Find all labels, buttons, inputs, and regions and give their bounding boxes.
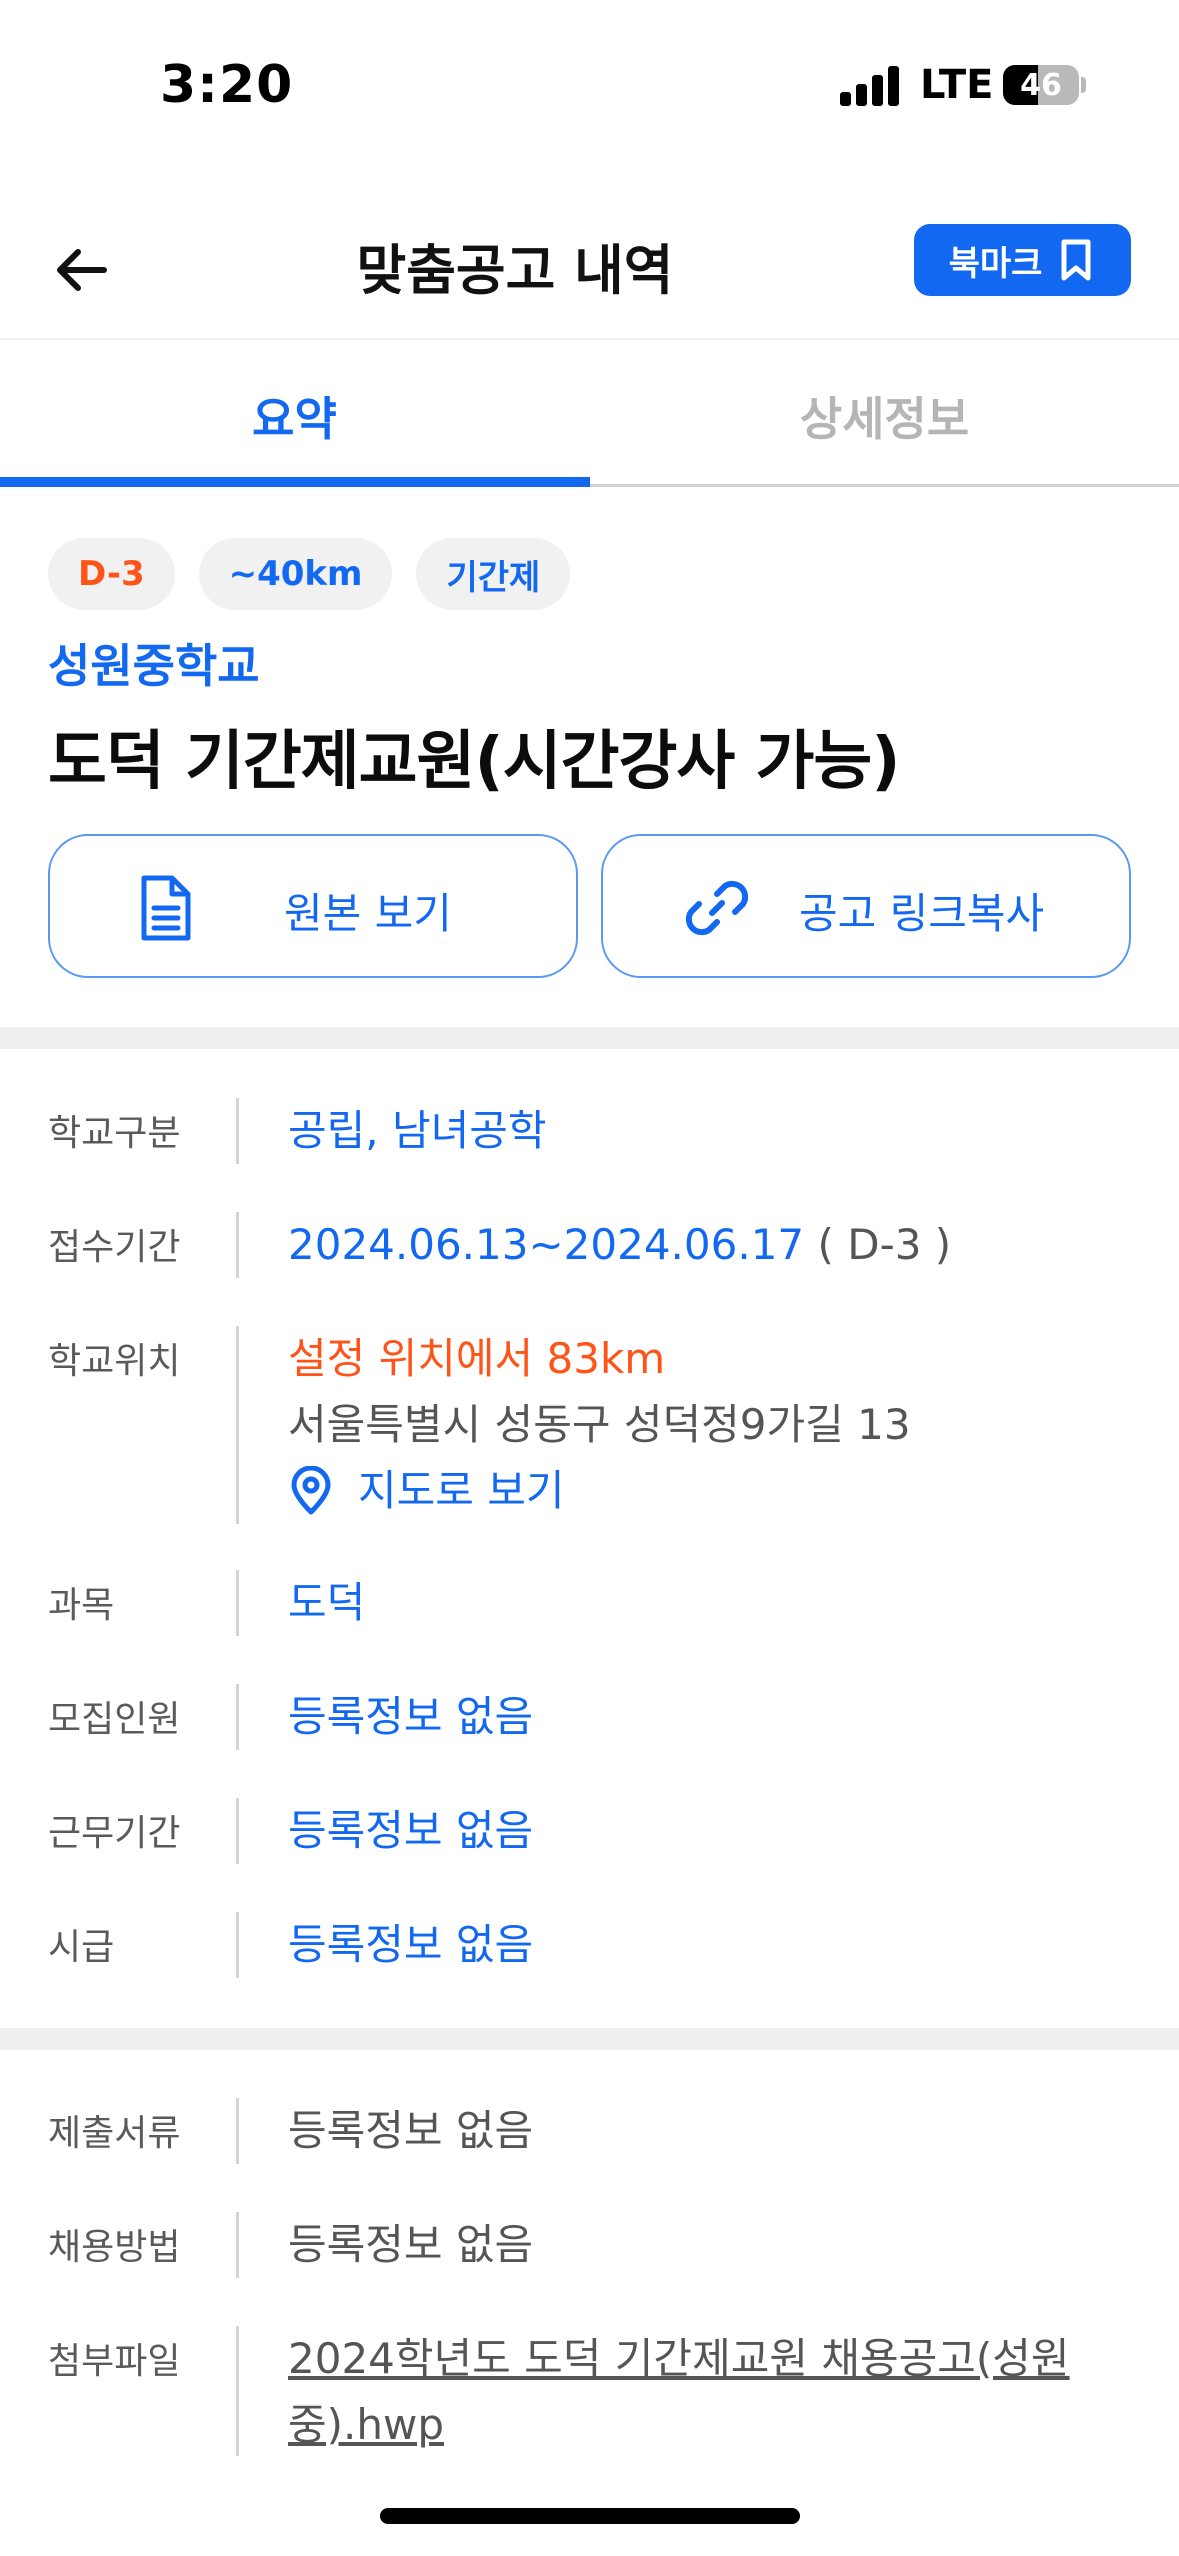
- info-value: 도덕: [288, 1578, 366, 1627]
- info-separator: [236, 1684, 239, 1750]
- view-original-label: 원본 보기: [284, 889, 452, 938]
- bookmark-button[interactable]: 북마크: [914, 224, 1131, 296]
- info-value: 등록정보 없음: [288, 1806, 534, 1855]
- chip-type: 기간제: [416, 538, 571, 610]
- info-separator: [236, 1098, 239, 1164]
- section-divider: [0, 2028, 1179, 2050]
- battery-icon: 46: [1003, 65, 1079, 105]
- info-label: 학교구분: [48, 1113, 181, 1154]
- period-dates: 2024.06.13~2024.06.17: [288, 1220, 805, 1269]
- info-label: 학교위치: [48, 1341, 181, 1382]
- section-divider: [0, 1027, 1179, 1049]
- info-label: 제출서류: [48, 2113, 181, 2154]
- nav-bar: 맞춤공고 내역 북마크: [0, 200, 1179, 340]
- job-title: 도덕 기간제교원(시간강사 가능): [48, 725, 901, 799]
- map-link[interactable]: 지도로 보기: [288, 1458, 911, 1524]
- chip-group: D-3 ~40km 기간제: [48, 538, 571, 610]
- bookmark-icon: [1061, 239, 1091, 281]
- document-icon: [141, 875, 191, 941]
- status-time: 3:20: [160, 55, 294, 115]
- info-label: 과목: [48, 1585, 115, 1626]
- info-separator: [236, 1798, 239, 1864]
- period-dday: ( D-3 ): [804, 1220, 952, 1269]
- info-separator: [236, 1912, 239, 1978]
- info-label: 접수기간: [48, 1227, 181, 1268]
- info-separator: [236, 1570, 239, 1636]
- info-separator: [236, 1326, 239, 1524]
- link-icon: [685, 880, 749, 936]
- location-distance: 설정 위치에서 83km: [288, 1334, 666, 1383]
- battery-level: 46: [1020, 68, 1062, 103]
- tab-detail[interactable]: 상세정보: [590, 345, 1179, 487]
- tab-bar: 요약 상세정보: [0, 345, 1179, 487]
- info-separator: [236, 2326, 239, 2456]
- network-type: LTE: [920, 62, 994, 108]
- bookmark-label: 북마크: [948, 243, 1043, 284]
- info-label: 시급: [48, 1927, 115, 1968]
- signal-icon: [840, 66, 900, 106]
- info-separator: [236, 2098, 239, 2164]
- info-value: 등록정보 없음: [288, 1692, 534, 1741]
- chip-dday: D-3: [48, 538, 175, 610]
- tab-summary[interactable]: 요약: [0, 345, 589, 487]
- status-bar: 3:20 LTE 46: [0, 0, 1179, 170]
- copy-link-label: 공고 링크복사: [799, 889, 1045, 938]
- attachment-link[interactable]: 2024학년도 도덕 기간제교원 채용공고(성원중).hwp: [288, 2326, 1138, 2458]
- home-indicator: [380, 2508, 800, 2524]
- page-title: 맞춤공고 내역: [356, 239, 674, 302]
- info-value: 등록정보 없음: [288, 2106, 534, 2155]
- info-value: 설정 위치에서 83km 서울특별시 성동구 성덕정9가길 13 지도로 보기: [288, 1326, 911, 1524]
- info-value: 공립, 남녀공학: [288, 1106, 547, 1155]
- info-separator: [236, 1212, 239, 1278]
- info-value: 2024.06.13~2024.06.17 ( D-3 ): [288, 1212, 951, 1278]
- battery-tip: [1081, 77, 1086, 93]
- location-address: 서울특별시 성동구 성덕정9가길 13: [288, 1400, 911, 1449]
- info-separator: [236, 2212, 239, 2278]
- info-label: 모집인원: [48, 1699, 181, 1740]
- chip-distance: ~40km: [198, 538, 393, 610]
- info-value: 등록정보 없음: [288, 1920, 534, 1969]
- map-link-label: 지도로 보기: [358, 1466, 565, 1515]
- info-value: 등록정보 없음: [288, 2220, 534, 2269]
- tab-indicator: [0, 477, 590, 487]
- view-original-button[interactable]: 원본 보기: [48, 834, 578, 978]
- info-label: 근무기간: [48, 1813, 181, 1854]
- info-label: 채용방법: [48, 2227, 181, 2268]
- school-name: 성원중학교: [48, 639, 260, 693]
- info-label: 첨부파일: [48, 2341, 181, 2382]
- map-pin-icon: [291, 1466, 331, 1515]
- copy-link-button[interactable]: 공고 링크복사: [601, 834, 1131, 978]
